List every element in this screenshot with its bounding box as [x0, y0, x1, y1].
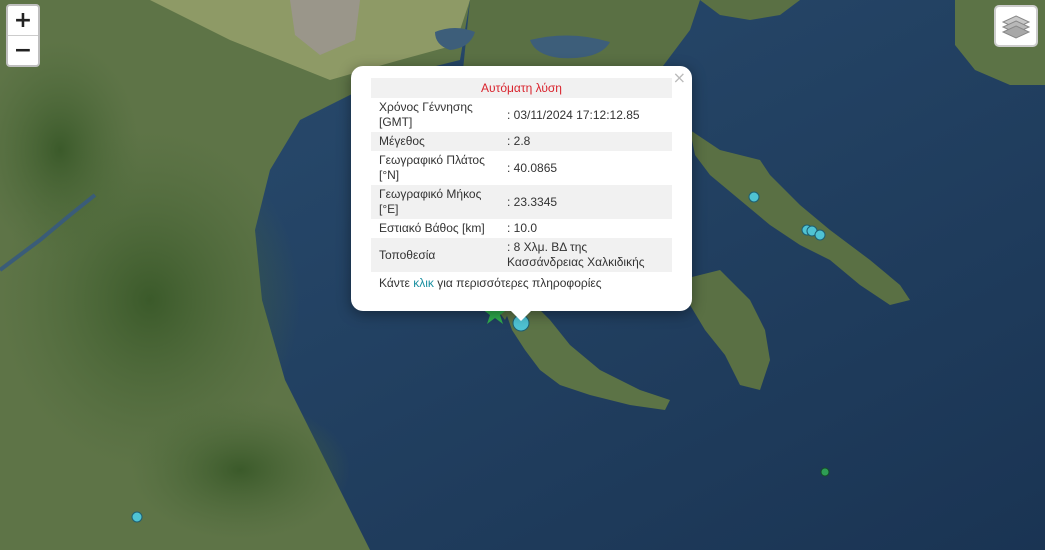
row-key: Τοποθεσία — [371, 238, 499, 272]
row-key: Γεωγραφικό Μήκος [°E] — [371, 185, 499, 219]
row-value: : 03/11/2024 17:12:12.85 — [507, 107, 640, 122]
row-value: : 40.0865 — [507, 160, 558, 175]
popup-header: Αυτόματη λύση — [371, 78, 672, 98]
event-marker[interactable] — [131, 511, 143, 523]
event-marker[interactable] — [814, 229, 826, 241]
row-value: : 2.8 — [499, 132, 672, 151]
row-key: Χρόνος Γέννησης [GMT] — [379, 100, 473, 129]
event-popup: × Αυτόματη λύση Χρόνος Γέννησης [GMT] : 0… — [351, 66, 692, 321]
more-info-text: Κάντε κλικ για περισσότερες πληροφορίες — [371, 272, 672, 294]
layers-icon — [1001, 15, 1031, 39]
row-value: : 23.3345 — [499, 185, 672, 219]
zoom-out-button[interactable]: − — [8, 35, 38, 65]
more-info-link[interactable]: κλικ — [413, 276, 434, 290]
row-key: Μέγεθος — [371, 132, 499, 151]
row-value: : 8 Χλμ. ΒΔ της Κασσάνδρειας Χαλκιδικής — [499, 238, 672, 272]
event-details-table: Αυτόματη λύση Χρόνος Γέννησης [GMT] : 03/… — [371, 78, 672, 272]
row-key: Εστιακό Βάθος [km] — [379, 221, 485, 235]
zoom-control: + − — [6, 4, 40, 67]
zoom-in-button[interactable]: + — [8, 6, 38, 35]
close-icon[interactable]: × — [673, 68, 686, 87]
more-prefix: Κάντε — [379, 276, 414, 290]
event-marker-recent[interactable] — [820, 467, 830, 477]
more-suffix: για περισσότερες πληροφορίες — [433, 276, 602, 290]
event-marker[interactable] — [748, 191, 760, 203]
layers-button[interactable] — [994, 5, 1038, 47]
popup-tip — [511, 311, 531, 321]
mountain-shade — [130, 400, 350, 540]
row-value: : 10.0 — [507, 221, 538, 235]
row-key: Γεωγραφικό Πλάτος [°N] — [379, 153, 485, 182]
